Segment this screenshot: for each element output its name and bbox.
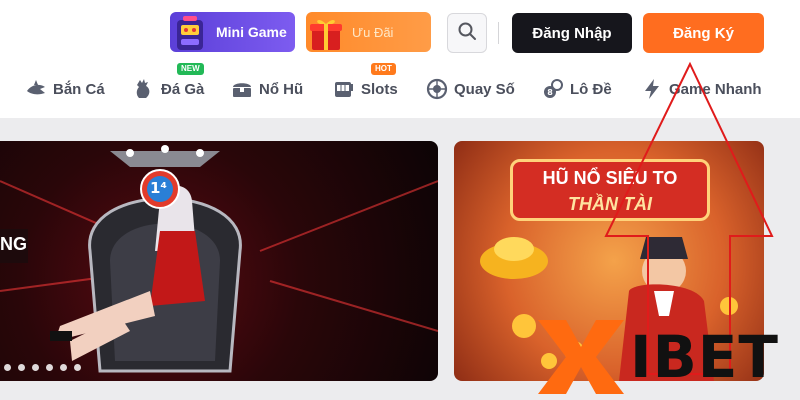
carousel-dot[interactable] [46,364,53,371]
rooster-icon [133,78,155,100]
jackpot-subtitle: THẦN TÀI [568,194,652,214]
carousel-dots [4,364,81,371]
main-banner[interactable]: 1⁴ NG [0,141,438,381]
nav-item-game-nhanh[interactable]: Game Nhanh [641,72,762,106]
slot-machine-icon [170,12,210,52]
register-button[interactable]: Đăng Ký [643,13,764,53]
new-badge: NEW [177,63,204,75]
lottery-balls-icon: 8 [542,78,564,100]
carousel-dot[interactable] [60,364,67,371]
lightning-icon [641,78,663,100]
promotions-label: Ưu Đãi [352,24,394,40]
mini-game-label: Mini Game [216,24,287,40]
mini-game-button[interactable]: Mini Game [170,12,295,52]
banner-artwork [0,145,438,373]
x-logo-icon [538,320,624,394]
carousel-dot[interactable] [74,364,81,371]
treasure-chest-icon [231,78,253,100]
nav-item-da-ga[interactable]: NEW Đá Gà [133,63,205,106]
nav-item-label: Bắn Cá [53,80,105,98]
jackpot-title: HŨ NỔ SIÊU TO [542,168,678,188]
hot-badge: HOT [371,63,396,75]
banner-number-badge: 1⁴ [150,179,168,197]
search-button[interactable] [447,13,487,53]
nav-item-label: Game Nhanh [669,80,762,98]
main-nav: Bắn Cá NEW Đá Gà Nổ Hũ HOT Slots Quay Số… [0,63,800,106]
nav-item-lo-de[interactable]: 8 Lô Đề [542,72,612,106]
lottery-wheel-icon [426,78,448,100]
gift-box-icon [306,12,346,52]
jackpot-title-plaque: HŨ NỔ SIÊU TO THẦN TÀI [510,159,710,221]
nav-item-ban-ca[interactable]: Bắn Cá [25,72,105,106]
top-header: Mini Game Ưu Đãi Đăng Nhập Đăng Ký Bắn C… [0,0,800,118]
nav-item-label: Đá Gà [161,80,205,98]
nav-item-quay-so[interactable]: Quay Số [426,72,515,106]
promotions-button[interactable]: Ưu Đãi [306,12,431,52]
search-icon [457,21,477,46]
watermark-text: IBET [630,323,779,391]
login-button[interactable]: Đăng Nhập [512,13,632,53]
banner-side-text: NG [0,234,27,254]
carousel-dot[interactable] [18,364,25,371]
carousel-dot[interactable] [4,364,11,371]
shark-icon [25,78,47,100]
slot-machine-icon [333,78,355,100]
nav-item-no-hu[interactable]: Nổ Hũ [231,72,303,106]
nav-item-label: Lô Đề [570,80,612,98]
header-divider [498,22,499,44]
svg-text:8: 8 [547,88,553,97]
carousel-dot[interactable] [32,364,39,371]
nav-item-slots[interactable]: HOT Slots [333,63,398,106]
ibet-watermark-logo: IBET [536,312,779,400]
nav-item-label: Quay Số [454,80,515,98]
nav-item-label: Nổ Hũ [259,80,304,98]
nav-item-label: Slots [361,80,398,98]
